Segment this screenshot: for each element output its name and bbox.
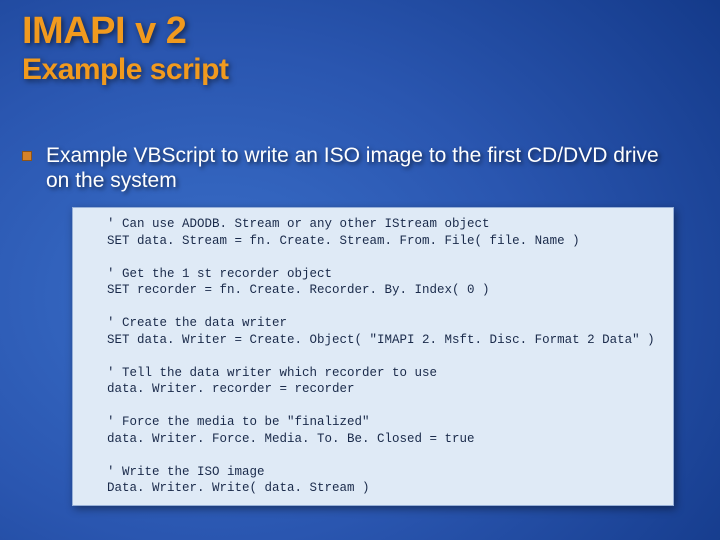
bullet-row: Example VBScript to write an ISO image t… [0,143,720,193]
slide-title: IMAPI v 2 [0,0,720,53]
code-box: ' Can use ADODB. Stream or any other ISt… [72,207,674,506]
bullet-text: Example VBScript to write an ISO image t… [46,143,686,193]
bullet-icon [22,151,32,161]
code-content: ' Can use ADODB. Stream or any other ISt… [107,216,661,497]
slide-subtitle: Example script [0,53,720,109]
